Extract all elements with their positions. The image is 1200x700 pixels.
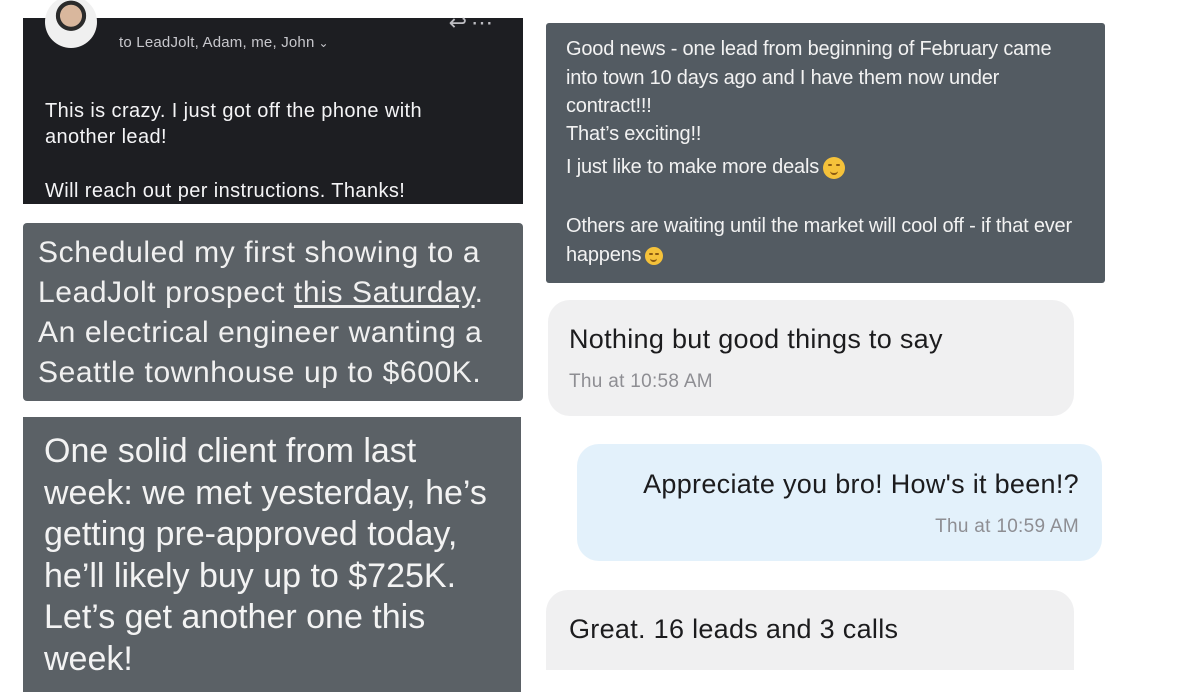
chevron-down-icon[interactable]: ⌄: [319, 36, 329, 50]
news-message: Good news - one lead from beginning of F…: [546, 23, 1105, 283]
chat-message-text: Nothing but good things to say: [569, 324, 943, 354]
message-line: Let’s get another one this: [44, 598, 426, 636]
email-body-line: This is crazy. I just got off the phone …: [45, 100, 423, 122]
message-line: week!: [44, 639, 133, 678]
reply-icon[interactable]: ↩: [449, 10, 471, 35]
chat-timestamp: Thu at 10:58 AM: [569, 371, 713, 392]
showing-message: Scheduled my first showing to a LeadJolt…: [23, 223, 523, 401]
message-line: getting pre-approved today,: [44, 515, 458, 553]
message-line: week: we met yesterday, he’s: [44, 473, 487, 512]
message-text: I just like to make more deals: [566, 156, 819, 178]
more-icon[interactable]: ⋯: [471, 10, 497, 35]
email-body-line: another lead!: [45, 126, 167, 148]
incoming-chat-bubble: Nothing but good things to say Thu at 10…: [548, 300, 1074, 416]
message-line: One solid client from last: [44, 432, 417, 470]
email-card: ↩⋯ to LeadJolt, Adam, me, John ⌄ This is …: [23, 0, 523, 204]
chat-timestamp: Thu at 10:59 AM: [935, 516, 1079, 537]
chat-message-text: Great. 16 leads and 3 calls: [569, 614, 899, 644]
message-line: Scheduled my first showing to a: [38, 236, 481, 269]
email-recipients[interactable]: to LeadJolt, Adam, me, John ⌄: [119, 34, 329, 51]
incoming-chat-bubble: Great. 16 leads and 3 calls: [546, 590, 1074, 670]
message-line: LeadJolt prospect this Saturday.: [38, 273, 484, 313]
outgoing-chat-bubble: Appreciate you bro! How's it been!? Thu …: [577, 444, 1102, 561]
date-link[interactable]: this Saturday: [294, 276, 475, 309]
grimace-emoji-icon: [645, 246, 664, 265]
email-body-line: Will reach out per instructions. Thanks!: [45, 180, 406, 202]
message-line: Good news - one lead from beginning of F…: [566, 38, 1052, 60]
message-line: he’ll likely buy up to $725K.: [44, 556, 457, 595]
chat-message-text: Appreciate you bro! How's it been!?: [643, 469, 1079, 499]
wink-emoji-icon: [823, 156, 845, 179]
client-message: One solid client from last week: we met …: [23, 417, 521, 692]
message-line: That’s exciting!!: [566, 123, 702, 145]
message-text: .: [474, 276, 484, 309]
showing-text: Scheduled my first showing to a LeadJolt…: [38, 233, 484, 393]
message-line: happens: [566, 244, 664, 267]
message-line: into town 10 days ago and I have them no…: [566, 67, 1000, 89]
message-line: I just like to make more deals: [566, 156, 845, 179]
message-line: Others are waiting until the market will…: [566, 215, 1072, 237]
message-line: contract!!!: [566, 95, 652, 117]
message-text: LeadJolt prospect: [38, 276, 294, 309]
client-text: One solid client from last week: we met …: [44, 431, 487, 680]
recipients-label: to LeadJolt, Adam, me, John: [119, 34, 315, 51]
message-line: An electrical engineer wanting a: [38, 316, 483, 349]
email-actions: ↩⋯: [449, 10, 497, 36]
sender-avatar[interactable]: [45, 0, 97, 48]
message-text: happens: [566, 244, 642, 266]
message-line: Seattle townhouse up to $600K.: [38, 356, 482, 389]
